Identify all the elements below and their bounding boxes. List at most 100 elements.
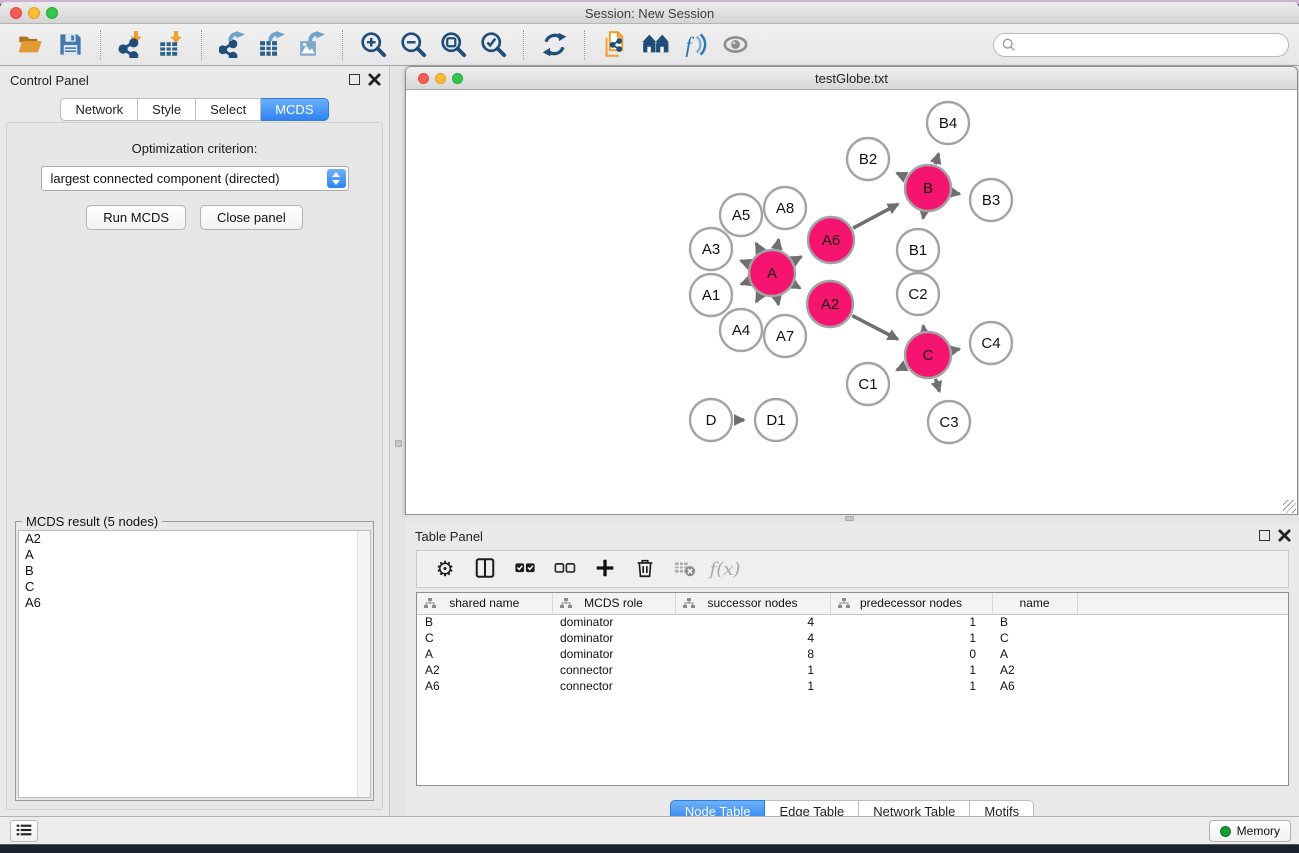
table-cell[interactable]: connector xyxy=(552,678,675,694)
table-row[interactable]: A6connector11A6 xyxy=(417,678,1288,694)
copy-network-button[interactable] xyxy=(595,29,635,61)
table-cell[interactable]: 1 xyxy=(675,678,830,694)
graph-node-B3[interactable]: B3 xyxy=(970,179,1012,221)
network-graph[interactable]: B4B2BB3A8A5A6A3B1AA1C2A2A4A7CC1C4C3DD1 xyxy=(407,91,1296,513)
graph-node-D[interactable]: D xyxy=(690,399,732,441)
graph-edge-A6-B[interactable] xyxy=(853,204,898,228)
graph-edge-B-B2[interactable] xyxy=(897,173,906,177)
mcds-list-scrollbar[interactable] xyxy=(357,531,370,797)
export-table-button[interactable] xyxy=(252,29,292,61)
panel-divider-vertical[interactable] xyxy=(391,66,405,816)
graph-node-B[interactable]: B xyxy=(905,165,951,211)
table-row[interactable]: Cdominator41C xyxy=(417,630,1288,646)
open-file-button[interactable] xyxy=(10,29,50,61)
table-cell[interactable] xyxy=(1077,630,1288,646)
mcds-result-item[interactable]: A6 xyxy=(19,595,370,611)
table-cell[interactable]: connector xyxy=(552,662,675,678)
graph-node-C4[interactable]: C4 xyxy=(970,322,1012,364)
graph-edge-A-A5[interactable] xyxy=(756,243,760,251)
graph-node-A3[interactable]: A3 xyxy=(690,228,732,270)
graph-edge-C-C1[interactable] xyxy=(897,366,906,370)
graph-node-B1[interactable]: B1 xyxy=(897,229,939,271)
graph-edge-C-C2[interactable] xyxy=(923,326,924,331)
select-all-button[interactable] xyxy=(507,554,543,584)
add-column-button[interactable] xyxy=(587,554,623,584)
close-panel-icon[interactable] xyxy=(368,73,381,86)
table-row[interactable]: Adominator80A xyxy=(417,646,1288,662)
node-table-container[interactable]: shared nameMCDS rolesuccessor nodesprede… xyxy=(416,592,1289,786)
graph-node-A4[interactable]: A4 xyxy=(720,309,762,351)
criterion-select[interactable]: largest connected component (directed) xyxy=(41,166,349,191)
tab-network[interactable]: Network xyxy=(60,98,138,121)
network-window-titlebar[interactable]: testGlobe.txt xyxy=(406,67,1297,90)
graph-edge-A-A3[interactable] xyxy=(741,261,749,264)
graph-edge-A-A1[interactable] xyxy=(741,281,748,284)
column-header-predecessor-nodes[interactable]: predecessor nodes xyxy=(830,593,992,614)
graph-node-C3[interactable]: C3 xyxy=(928,401,970,443)
column-header-MCDS-role[interactable]: MCDS role xyxy=(552,593,675,614)
task-history-button[interactable] xyxy=(10,820,38,842)
graph-node-A7[interactable]: A7 xyxy=(764,315,806,357)
table-cell[interactable]: dominator xyxy=(552,646,675,662)
column-header-successor-nodes[interactable]: successor nodes xyxy=(675,593,830,614)
graph-node-A6[interactable]: A6 xyxy=(808,217,854,263)
zoom-in-button[interactable] xyxy=(353,29,393,61)
table-cell[interactable]: C xyxy=(417,630,552,646)
tab-style[interactable]: Style xyxy=(138,98,196,121)
table-cell[interactable] xyxy=(1077,678,1288,694)
destroy-table-button[interactable] xyxy=(667,554,703,584)
app-titlebar[interactable]: Session: New Session xyxy=(0,2,1299,24)
table-cell[interactable]: 1 xyxy=(830,678,992,694)
table-cell[interactable]: A2 xyxy=(417,662,552,678)
deselect-all-button[interactable] xyxy=(547,554,583,584)
table-cell[interactable] xyxy=(1077,646,1288,662)
graph-edge-C-C3[interactable] xyxy=(935,379,939,392)
export-network-button[interactable] xyxy=(212,29,252,61)
column-header-name[interactable]: name xyxy=(992,593,1077,614)
graph-edge-A-A2[interactable] xyxy=(794,285,800,288)
divider-grip-icon[interactable] xyxy=(395,440,402,447)
graph-node-A5[interactable]: A5 xyxy=(720,194,762,236)
tab-mcds[interactable]: MCDS xyxy=(261,98,328,121)
graph-node-C2[interactable]: C2 xyxy=(897,273,939,315)
graph-edge-A-A7[interactable] xyxy=(777,297,778,304)
table-cell[interactable]: 4 xyxy=(675,614,830,630)
table-cell[interactable]: A2 xyxy=(992,662,1077,678)
refresh-button[interactable] xyxy=(534,29,574,61)
graph-node-B4[interactable]: B4 xyxy=(927,102,969,144)
table-row[interactable]: Bdominator41B xyxy=(417,614,1288,630)
zoom-out-button[interactable] xyxy=(393,29,433,61)
table-cell[interactable]: B xyxy=(417,614,552,630)
float-panel-icon[interactable] xyxy=(349,74,360,85)
table-cell[interactable]: B xyxy=(992,614,1077,630)
table-cell[interactable]: 1 xyxy=(830,662,992,678)
table-cell[interactable] xyxy=(1077,662,1288,678)
divider-grip-icon[interactable] xyxy=(845,516,854,521)
graph-edge-B-B4[interactable] xyxy=(935,154,938,165)
graph-node-C[interactable]: C xyxy=(905,332,951,378)
graph-node-A8[interactable]: A8 xyxy=(764,187,806,229)
graph-edge-A-A4[interactable] xyxy=(756,295,760,302)
table-settings-button[interactable]: ⚙ xyxy=(427,554,463,584)
graph-edge-A2-C[interactable] xyxy=(852,316,898,340)
table-cell[interactable]: 1 xyxy=(830,630,992,646)
tab-select[interactable]: Select xyxy=(196,98,261,121)
graph-edge-A-A6[interactable] xyxy=(794,257,802,261)
column-header-shared-name[interactable]: shared name xyxy=(417,593,552,614)
table-cell[interactable]: 1 xyxy=(830,614,992,630)
graph-node-A1[interactable]: A1 xyxy=(690,274,732,316)
zoom-selected-button[interactable] xyxy=(473,29,513,61)
import-table-button[interactable] xyxy=(151,29,191,61)
import-network-button[interactable] xyxy=(111,29,151,61)
table-cell[interactable]: C xyxy=(992,630,1077,646)
memory-button[interactable]: Memory xyxy=(1209,820,1291,842)
table-cell[interactable]: A6 xyxy=(992,678,1077,694)
graph-edge-B-B1[interactable] xyxy=(923,213,924,219)
column-visibility-button[interactable] xyxy=(467,554,503,584)
graph-node-B2[interactable]: B2 xyxy=(847,138,889,180)
table-cell[interactable]: A xyxy=(992,646,1077,662)
graph-node-D1[interactable]: D1 xyxy=(755,399,797,441)
search-input[interactable] xyxy=(993,33,1289,57)
mcds-result-item[interactable]: A2 xyxy=(19,531,370,547)
mcds-result-item[interactable]: A xyxy=(19,547,370,563)
